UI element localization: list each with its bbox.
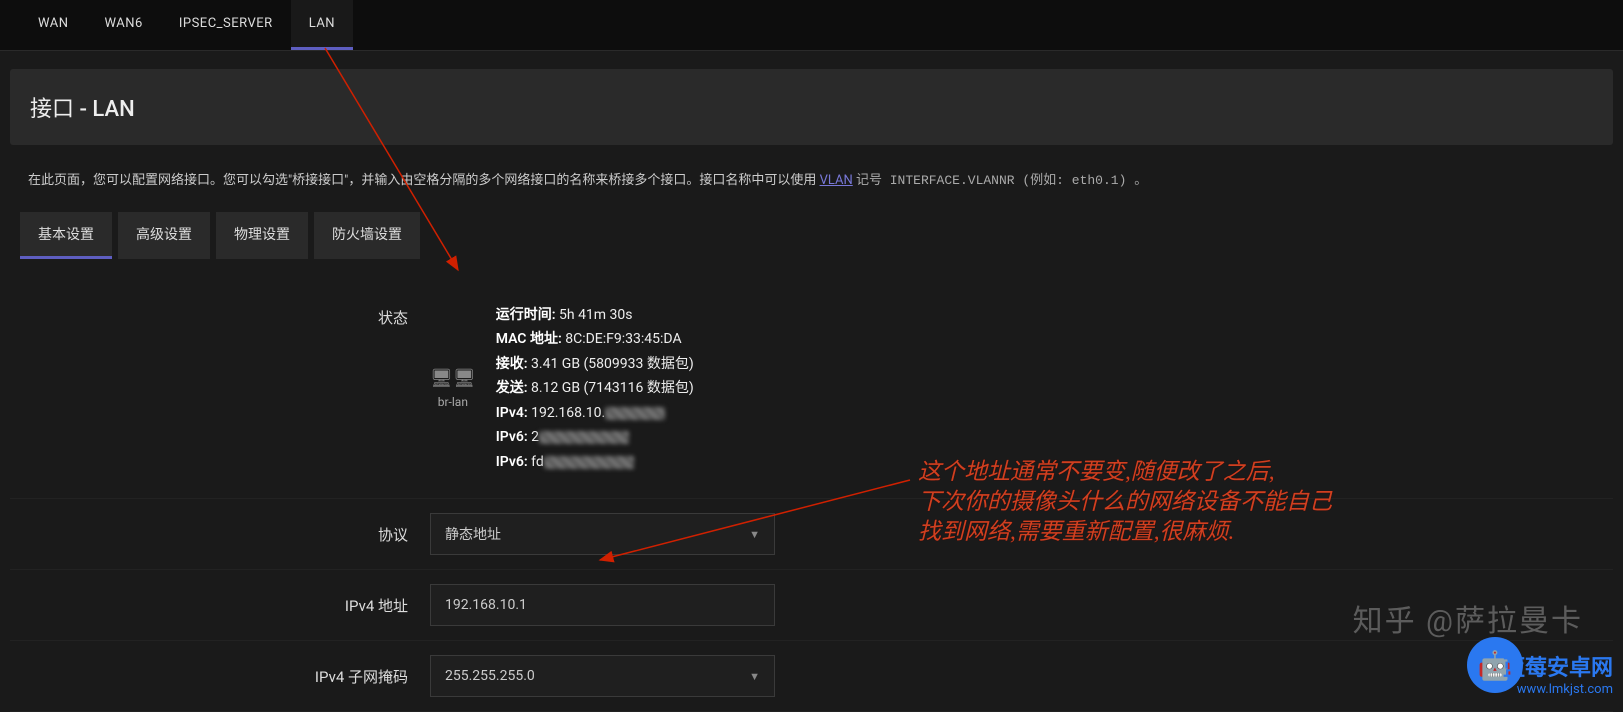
page-title: 接口 - LAN <box>30 91 1593 123</box>
uptime-value: 5h 41m 30s <box>559 307 633 323</box>
row-protocol: 协议 静态地址 ▼ <box>10 499 1613 570</box>
protocol-label: 协议 <box>10 524 430 545</box>
ipv4-label: IPv4: <box>496 405 528 421</box>
censored-ipv6a <box>539 431 629 444</box>
tab-firewall-settings[interactable]: 防火墙设置 <box>314 212 420 259</box>
tab-wan6[interactable]: WAN6 <box>87 0 161 50</box>
ipv6b-label: IPv6: <box>496 454 528 470</box>
ipv4-value: 192.168.10. <box>531 405 605 421</box>
page-description: 在此页面，您可以配置网络接口。您可以勾选"桥接接口"，并输入由空格分隔的多个网络… <box>0 163 1623 212</box>
form-area: 状态 🖥🖥 br-lan 运行时间: 5h 41m 30s MAC 地址: 8C… <box>0 259 1623 712</box>
row-status: 状态 🖥🖥 br-lan 运行时间: 5h 41m 30s MAC 地址: 8C… <box>10 279 1613 500</box>
chevron-down-icon: ▼ <box>749 670 760 683</box>
censored-ipv6b <box>544 456 634 469</box>
ipv6a-prefix: 2 <box>531 429 539 445</box>
netmask-label: IPv4 子网掩码 <box>10 666 430 687</box>
uptime-label: 运行时间: <box>496 307 556 323</box>
interface-tabs: WAN WAN6 IPSEC_SERVER LAN <box>0 0 1623 51</box>
tab-ipsec-server[interactable]: IPSEC_SERVER <box>161 0 291 50</box>
protocol-select[interactable]: 静态地址 ▼ <box>430 513 775 555</box>
netmask-select[interactable]: 255.255.255.0 ▼ <box>430 655 775 697</box>
desc-text-pre: 在此页面，您可以配置网络接口。您可以勾选"桥接接口"，并输入由空格分隔的多个网络… <box>28 173 820 188</box>
row-netmask: IPv4 子网掩码 255.255.255.0 ▼ <box>10 641 1613 712</box>
status-lines: 运行时间: 5h 41m 30s MAC 地址: 8C:DE:F9:33:45:… <box>496 303 694 475</box>
ipv6a-label: IPv6: <box>496 429 528 445</box>
tab-wan[interactable]: WAN <box>20 0 87 50</box>
ipv4-address-input[interactable] <box>430 584 775 626</box>
ipv6b-prefix: fd <box>531 454 544 470</box>
desc-text-post: 记号 INTERFACE.VLANNR (例如: eth0.1) 。 <box>856 173 1147 188</box>
row-ipv4-address: IPv4 地址 <box>10 570 1613 641</box>
tx-value: 8.12 GB (7143116 数据包) <box>531 380 694 396</box>
settings-tabs: 基本设置 高级设置 物理设置 防火墙设置 <box>0 212 1623 259</box>
ipv4-address-label: IPv4 地址 <box>10 595 430 616</box>
mac-label: MAC 地址: <box>496 331 562 347</box>
tx-label: 发送: <box>496 380 528 396</box>
rx-value: 3.41 GB (5809933 数据包) <box>531 356 694 372</box>
tab-advanced-settings[interactable]: 高级设置 <box>118 212 210 259</box>
mac-value: 8C:DE:F9:33:45:DA <box>565 331 681 347</box>
tab-physical-settings[interactable]: 物理设置 <box>216 212 308 259</box>
page-title-bar: 接口 - LAN <box>10 69 1613 145</box>
status-block: 🖥🖥 br-lan 运行时间: 5h 41m 30s MAC 地址: 8C:DE… <box>430 303 694 475</box>
interface-name: br-lan <box>430 395 476 409</box>
tab-basic-settings[interactable]: 基本设置 <box>20 212 112 259</box>
netmask-value: 255.255.255.0 <box>445 668 535 684</box>
bridge-icon: 🖥🖥 <box>430 368 476 389</box>
chevron-down-icon: ▼ <box>749 528 760 541</box>
censored-ipv4-suffix <box>605 407 665 420</box>
interface-badge: 🖥🖥 br-lan <box>430 368 476 409</box>
vlan-link[interactable]: VLAN <box>820 173 853 188</box>
protocol-value: 静态地址 <box>445 524 501 544</box>
tab-lan[interactable]: LAN <box>291 0 353 50</box>
rx-label: 接收: <box>496 356 528 372</box>
status-label: 状态 <box>10 303 430 328</box>
